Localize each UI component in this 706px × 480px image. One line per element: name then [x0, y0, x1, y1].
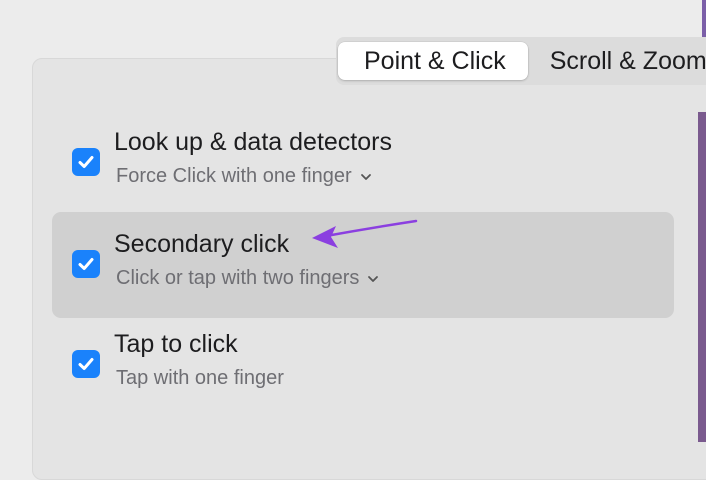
- secondary-click-title: Secondary click: [114, 230, 290, 258]
- checkmark-icon: [78, 156, 94, 168]
- tab-scroll-and-zoom[interactable]: Scroll & Zoom: [528, 42, 706, 80]
- checkmark-icon: [78, 358, 94, 370]
- secondary-click-option-popup[interactable]: Click or tap with two fingers: [116, 267, 379, 290]
- tab-point-and-click[interactable]: Point & Click: [338, 42, 528, 80]
- gesture-preview-video: [698, 112, 706, 442]
- tap-to-click-title: Tap to click: [114, 330, 238, 358]
- secondary-click-option-value: Click or tap with two fingers: [116, 267, 360, 289]
- look-up-option-popup[interactable]: Force Click with one finger: [116, 165, 372, 188]
- secondary-click-checkbox[interactable]: [72, 250, 100, 278]
- tap-to-click-checkbox[interactable]: [72, 350, 100, 378]
- setting-row-tap-to-click: Tap to click Tap with one finger: [52, 312, 674, 418]
- tab-bar: Point & Click Scroll & Zoom: [336, 37, 706, 85]
- checkmark-icon: [78, 258, 94, 270]
- chevron-down-icon: [360, 173, 371, 180]
- look-up-checkbox[interactable]: [72, 148, 100, 176]
- setting-row-secondary-click: Secondary click Click or tap with two fi…: [52, 212, 674, 318]
- chevron-down-icon: [368, 275, 379, 282]
- tap-to-click-description: Tap with one finger: [116, 367, 284, 389]
- look-up-title: Look up & data detectors: [114, 128, 392, 156]
- look-up-option-value: Force Click with one finger: [116, 165, 352, 187]
- setting-row-look-up: Look up & data detectors Force Click wit…: [52, 110, 674, 216]
